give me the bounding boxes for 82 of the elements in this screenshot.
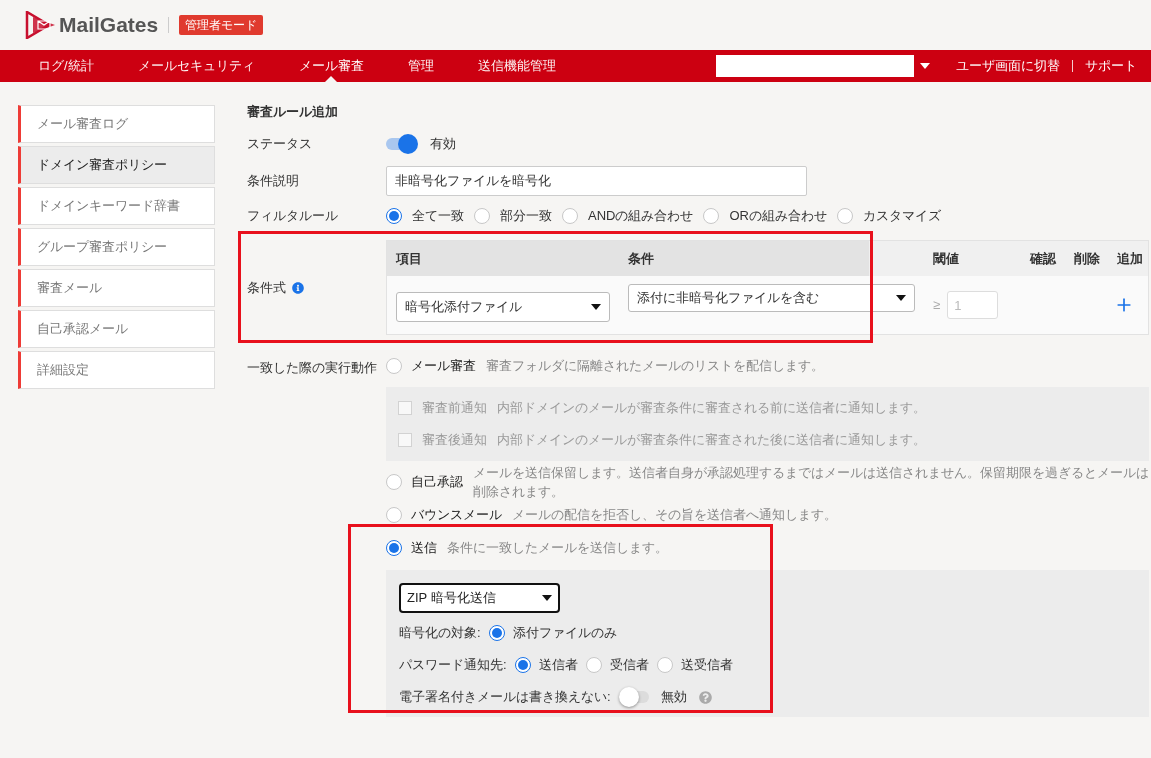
sidebar-item[interactable]: 自己承認メール bbox=[18, 310, 215, 348]
logo-text: MailGates bbox=[59, 12, 159, 39]
info-icon bbox=[292, 281, 304, 294]
checkbox-label: 審査後通知 bbox=[422, 431, 487, 450]
field-label: 条件式 bbox=[247, 278, 286, 297]
radio-label: 送受信者 bbox=[680, 656, 733, 675]
support-link[interactable]: サポート bbox=[1085, 56, 1137, 76]
sidebar-item[interactable]: 審査メール bbox=[18, 269, 215, 307]
column-header: 閾値 bbox=[933, 249, 960, 268]
option-description: メールを送信保留します。送信者自身が承認処理するまではメールは送信されません。保留期限を過ぎるとメールは削除されます。 bbox=[473, 463, 1149, 501]
item-select[interactable]: 暗号化添付ファイル bbox=[396, 292, 610, 322]
radio-label: メール審査 bbox=[411, 357, 476, 376]
radio-button[interactable] bbox=[386, 507, 402, 523]
checkbox-description: 内部ドメインのメールが審査条件に審査された後に送信者に通知します。 bbox=[497, 431, 926, 450]
toggle-switch[interactable] bbox=[618, 687, 649, 707]
toggle-switch[interactable] bbox=[386, 134, 416, 154]
checkbox-description: 内部ドメインのメールが審査条件に審査される前に送信者に通知します。 bbox=[497, 399, 926, 418]
nav-tab[interactable]: 管理 bbox=[407, 50, 434, 82]
threshold-sign: ≥ bbox=[933, 296, 941, 315]
nav-tab[interactable]: 送信機能管理 bbox=[477, 50, 556, 82]
radio-label: 自己承認 bbox=[411, 473, 463, 492]
radio-label: ORの組み合わせ bbox=[729, 207, 827, 226]
setting-label: 電子署名付きメールは書き換えない: bbox=[399, 688, 611, 707]
option-description: 審査フォルダに隔離されたメールのリストを配信します。 bbox=[486, 357, 824, 376]
sidebar-item[interactable]: ドメイン審査ポリシー bbox=[18, 146, 215, 184]
caret-icon bbox=[896, 295, 906, 301]
logo-icon bbox=[25, 11, 57, 39]
account-select[interactable] bbox=[716, 55, 914, 77]
send-method-select[interactable]: ZIP 暗号化送信 bbox=[399, 583, 560, 613]
switch-user-view-link[interactable]: ユーザ画面に切替 bbox=[956, 56, 1060, 76]
checkbox-label: 審査前通知 bbox=[422, 399, 487, 418]
radio-label: カスタマイズ bbox=[862, 207, 941, 226]
field-label: フィルタルール bbox=[247, 207, 339, 226]
radio-label: バウンスメール bbox=[411, 506, 502, 525]
form-title: 審査ルール追加 bbox=[247, 103, 339, 122]
radio-button[interactable] bbox=[386, 358, 402, 374]
radio-label: 受信者 bbox=[609, 656, 649, 675]
nav-tab[interactable]: メール審査 bbox=[298, 50, 364, 82]
setting-label: 暗号化の対象: bbox=[399, 624, 481, 643]
caret-icon bbox=[591, 304, 601, 310]
radio-label: 添付ファイルのみ bbox=[512, 624, 617, 643]
option-description: 条件に一致したメールを送信します。 bbox=[447, 539, 668, 558]
description-input[interactable]: 非暗号化ファイルを暗号化 bbox=[386, 166, 807, 196]
radio-button[interactable] bbox=[514, 657, 531, 673]
field-label: ステータス bbox=[247, 135, 313, 154]
option-description: メールの配信を拒否し、その旨を送信者へ通知します。 bbox=[512, 506, 837, 525]
sidebar-item[interactable]: メール審査ログ bbox=[18, 105, 215, 143]
radio-label: 部分一致 bbox=[500, 207, 552, 226]
radio-button[interactable] bbox=[703, 208, 720, 224]
nav-tab[interactable]: ログ/統計 bbox=[38, 50, 94, 82]
caret-icon bbox=[542, 595, 552, 601]
radio-label: 全て一致 bbox=[412, 207, 464, 226]
help-icon[interactable] bbox=[698, 690, 712, 704]
caret-icon bbox=[920, 63, 930, 69]
column-header: 確認 bbox=[1030, 249, 1057, 268]
column-header: 追加 bbox=[1117, 249, 1143, 268]
radio-button[interactable] bbox=[656, 657, 673, 673]
radio-button[interactable] bbox=[474, 208, 490, 224]
radio-button[interactable] bbox=[386, 474, 402, 490]
toggle-text: 無効 bbox=[660, 688, 687, 707]
column-header: 条件 bbox=[628, 249, 654, 268]
condition-select[interactable]: 添付に非暗号化ファイルを含む bbox=[628, 284, 915, 312]
field-label: 一致した際の実行動作 bbox=[247, 359, 378, 377]
setting-label: パスワード通知先: bbox=[399, 656, 507, 675]
radio-button[interactable] bbox=[386, 540, 402, 556]
nav-tab[interactable]: メールセキュリティ bbox=[137, 50, 255, 82]
radio-button[interactable] bbox=[488, 625, 505, 641]
mode-badge: 管理者モード bbox=[179, 15, 264, 35]
sidebar-item[interactable]: グループ審査ポリシー bbox=[18, 228, 215, 266]
radio-button[interactable] bbox=[386, 208, 402, 224]
radio-button[interactable] bbox=[836, 208, 853, 224]
radio-button[interactable] bbox=[562, 208, 578, 224]
radio-label: 送信者 bbox=[538, 656, 578, 675]
radio-button[interactable] bbox=[585, 657, 602, 673]
sidebar-item[interactable]: 詳細設定 bbox=[18, 351, 215, 389]
radio-label: ANDの組み合わせ bbox=[588, 207, 694, 226]
radio-label: 送信 bbox=[411, 539, 437, 558]
field-label: 条件説明 bbox=[247, 172, 300, 191]
column-header: 項目 bbox=[396, 249, 423, 268]
column-header: 削除 bbox=[1074, 249, 1101, 268]
status-text: 有効 bbox=[430, 135, 456, 154]
sidebar-item[interactable]: ドメインキーワード辞書 bbox=[18, 187, 215, 225]
